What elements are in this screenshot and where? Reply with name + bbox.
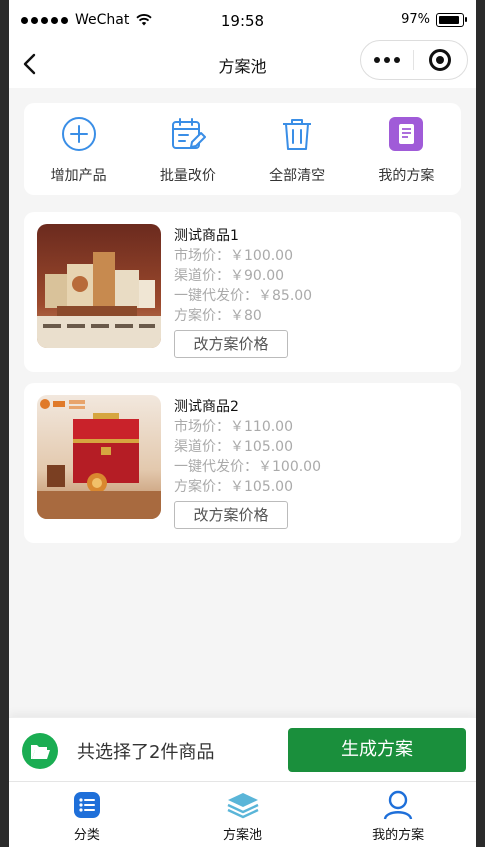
more-dots-icon[interactable] (361, 41, 413, 79)
tab-my-plans-label: 我的方案 (372, 828, 425, 843)
add-circle-icon (60, 115, 98, 153)
tab-my-plans[interactable]: 我的方案 (320, 782, 476, 847)
edit-plan-price-button[interactable]: 改方案价格 (174, 330, 288, 358)
nav-bar: 方案池 (9, 40, 476, 88)
battery-icon (436, 12, 467, 27)
dropship-price-row: 一键代发价：￥85.00 (174, 286, 312, 306)
batch-price-label: 批量改价 (159, 168, 216, 184)
plan-price-row: 方案价：￥105.00 (174, 477, 321, 497)
dropship-price-label: 一键代发价： (174, 288, 258, 304)
edit-plan-price-button[interactable]: 改方案价格 (174, 501, 288, 529)
market-price: ￥100.00 (230, 248, 293, 264)
add-product-label: 增加产品 (50, 168, 107, 184)
add-product-button[interactable]: 增加产品 (29, 103, 129, 185)
plan-price: ￥80 (230, 308, 262, 324)
market-price-label: 市场价： (174, 419, 230, 435)
document-icon (387, 115, 425, 153)
trash-icon (278, 115, 316, 153)
miniprogram-close-icon[interactable] (414, 41, 466, 79)
channel-price: ￥105.00 (230, 439, 293, 455)
dropship-price-row: 一键代发价：￥100.00 (174, 457, 321, 477)
product-info: 测试商品1 市场价：￥100.00 渠道价：￥90.00 一键代发价：￥85.0… (174, 226, 312, 358)
batch-price-button[interactable]: 批量改价 (138, 103, 238, 185)
my-plans-button[interactable]: 我的方案 (356, 103, 456, 185)
tab-category[interactable]: 分类 (9, 782, 165, 847)
folder-open-icon[interactable] (22, 733, 58, 769)
dropship-price: ￥100.00 (258, 459, 321, 475)
selection-bar: 共选择了2件商品 生成方案 (9, 717, 476, 782)
market-price-row: 市场价：￥100.00 (174, 246, 312, 266)
plan-price-row: 方案价：￥80 (174, 306, 312, 326)
plan-price: ￥105.00 (230, 479, 293, 495)
product-name: 测试商品2 (174, 399, 239, 415)
calendar-edit-icon (169, 115, 207, 153)
plan-price-label: 方案价： (174, 308, 230, 324)
clear-all-button[interactable]: 全部清空 (247, 103, 347, 185)
miniprogram-capsule (360, 40, 468, 80)
product-image[interactable] (37, 395, 161, 519)
channel-price-row: 渠道价：￥105.00 (174, 437, 321, 457)
tab-bar: 分类 方案池 我的方案 (9, 781, 476, 847)
action-panel: 增加产品 批量改价 全部清空 我的方案 (24, 103, 461, 195)
my-plans-label: 我的方案 (378, 168, 435, 184)
channel-price-label: 渠道价： (174, 439, 230, 455)
plan-price-label: 方案价： (174, 479, 230, 495)
channel-price-row: 渠道价：￥90.00 (174, 266, 312, 286)
layers-icon (226, 788, 260, 822)
channel-price: ￥90.00 (230, 268, 285, 284)
generate-plan-button[interactable]: 生成方案 (288, 728, 466, 772)
clear-all-label: 全部清空 (269, 168, 326, 184)
selection-count-text: 共选择了2件商品 (77, 742, 215, 763)
market-price: ￥110.00 (230, 419, 293, 435)
list-icon (70, 788, 104, 822)
tab-category-label: 分类 (73, 828, 100, 843)
product-info: 测试商品2 市场价：￥110.00 渠道价：￥105.00 一键代发价：￥100… (174, 397, 321, 529)
tab-plan-pool[interactable]: 方案池 (165, 782, 321, 847)
battery-percent: 97% (401, 12, 430, 27)
product-name: 测试商品1 (174, 228, 239, 244)
product-card: 测试商品2 市场价：￥110.00 渠道价：￥105.00 一键代发价：￥100… (24, 383, 461, 543)
tab-plan-pool-label: 方案池 (223, 828, 263, 843)
market-price-label: 市场价： (174, 248, 230, 264)
market-price-row: 市场价：￥110.00 (174, 417, 321, 437)
dropship-price-label: 一键代发价： (174, 459, 258, 475)
battery-area: 97% (401, 12, 467, 27)
dropship-price: ￥85.00 (258, 288, 313, 304)
status-bar: WeChat 19:58 97% (9, 0, 476, 40)
product-image[interactable] (37, 224, 161, 348)
phone-screen: WeChat 19:58 97% 方案池 增加产品 批量改价 全部清空 我的方案… (9, 0, 476, 847)
product-card: 测试商品1 市场价：￥100.00 渠道价：￥90.00 一键代发价：￥85.0… (24, 212, 461, 372)
user-icon (381, 788, 415, 822)
channel-price-label: 渠道价： (174, 268, 230, 284)
